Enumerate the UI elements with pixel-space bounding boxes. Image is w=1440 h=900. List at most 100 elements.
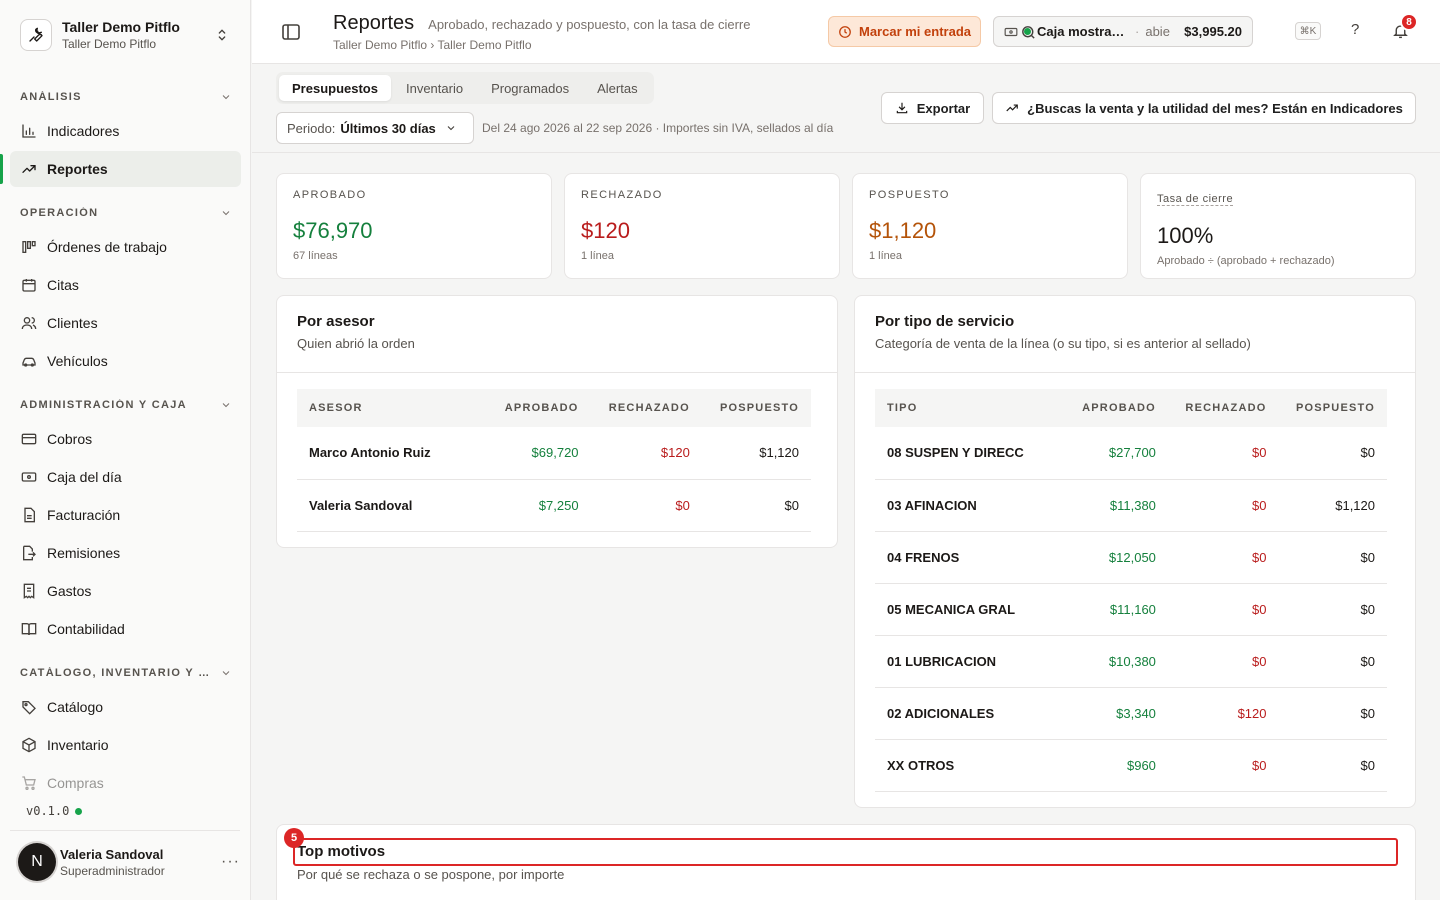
section-catalogo[interactable]: CATÁLOGO, INVENTARIO Y COMPRAS [20, 667, 232, 679]
sidebar-item-caja[interactable]: Caja del día [10, 459, 241, 495]
column-header[interactable]: APROBADO [1065, 389, 1168, 427]
sidebar-toggle-icon[interactable] [282, 24, 300, 40]
table-row[interactable]: 08 SUSPEN Y DIRECC $27,700 $0 $0 [875, 427, 1387, 480]
approved-cell: $960 [1065, 739, 1168, 792]
tab-presupuestos[interactable]: Presupuestos [279, 75, 391, 101]
sidebar-item-label: Vehículos [47, 353, 108, 369]
column-header[interactable]: TIPO [875, 389, 1065, 427]
section-administracion[interactable]: ADMINISTRACIÓN Y CAJA [20, 399, 232, 411]
section-label: ADMINISTRACIÓN Y CAJA [20, 399, 187, 411]
approved-cell: $11,160 [1065, 583, 1168, 636]
stat-label[interactable]: Tasa de cierre [1157, 193, 1234, 206]
file-export-icon [20, 545, 37, 562]
stat-sub: Aprobado ÷ (aprobado + rechazado) [1157, 255, 1335, 267]
service-table: TIPO APROBADO RECHAZADO POSPUESTO 08 SUS… [875, 389, 1387, 792]
sidebar-item-label: Órdenes de trabajo [47, 239, 167, 255]
book-open-icon [20, 621, 37, 638]
breadcrumb[interactable]: Taller Demo Pitflo › Taller Demo Pitflo [333, 38, 750, 52]
sidebar-item-remisiones[interactable]: Remisiones [10, 535, 241, 571]
stat-card-tasa-cierre: Tasa de cierre 100% Aprobado ÷ (aprobado… [1140, 173, 1416, 279]
sidebar-item-cobros[interactable]: Cobros [10, 421, 241, 457]
sidebar-item-clientes[interactable]: Clientes [10, 305, 241, 341]
sidebar-item-compras[interactable]: Compras [10, 765, 241, 801]
rejected-cell: $120 [1167, 687, 1279, 740]
clock-in-label: Marcar mi entrada [859, 24, 971, 39]
section-label: CATÁLOGO, INVENTARIO Y COMPRAS [20, 667, 210, 679]
indicators-link-button[interactable]: ¿Buscas la venta y la utilidad del mes? … [992, 92, 1416, 124]
user-menu[interactable]: N Valeria Sandoval Superadministrador ··… [18, 842, 240, 882]
sidebar-item-label: Reportes [47, 161, 108, 177]
advisor-name: Valeria Sandoval [297, 479, 487, 532]
status-dot [75, 807, 83, 815]
clock-icon [839, 25, 851, 38]
wrench-icon [20, 19, 52, 51]
search-icon[interactable] [1020, 24, 1037, 41]
section-label: ANÁLISIS [20, 91, 82, 103]
sidebar-item-vehiculos[interactable]: Vehículos [10, 343, 241, 379]
tab-alertas[interactable]: Alertas [584, 75, 650, 101]
chevron-down-icon [222, 211, 230, 216]
sidebar-item-label: Clientes [47, 315, 98, 331]
approved-cell: $7,250 [487, 479, 591, 532]
period-label: Periodo: [287, 120, 336, 136]
package-icon [20, 737, 37, 754]
section-operacion[interactable]: OPERACIÓN [20, 207, 232, 219]
panel-subtitle: Por qué se rechaza o se pospone, por imp… [297, 867, 565, 882]
service-type: XX OTROS [875, 739, 1065, 792]
help-button[interactable]: ? [1351, 21, 1359, 38]
table-row[interactable]: 05 MECANICA GRAL $11,160 $0 $0 [875, 583, 1387, 636]
period-select[interactable]: Periodo: Últimos 30 días [276, 112, 474, 144]
table-row[interactable]: 03 AFINACION $11,380 $0 $1,120 [875, 479, 1387, 532]
sidebar-item-citas[interactable]: Citas [10, 267, 241, 303]
sidebar-item-reportes[interactable]: Reportes [10, 151, 241, 187]
sidebar-item-label: Gastos [47, 583, 92, 599]
tab-programados[interactable]: Programados [478, 75, 582, 101]
rejected-cell: $0 [1167, 427, 1279, 480]
section-analisis[interactable]: ANÁLISIS [20, 91, 232, 103]
table-row[interactable]: Marco Antonio Ruiz $69,720 $120 $1,120 [297, 427, 811, 480]
org-switcher[interactable]: Taller Demo Pitflo Taller Demo Pitflo [10, 10, 240, 60]
chevron-down-icon [222, 95, 230, 100]
table-row[interactable]: Valeria Sandoval $7,250 $0 $0 [297, 479, 811, 532]
stat-value: $120 [581, 218, 630, 243]
sidebar-item-ordenes[interactable]: Órdenes de trabajo [10, 229, 241, 265]
column-header[interactable]: RECHAZADO [590, 389, 702, 427]
table-row[interactable]: 04 FRENOS $12,050 $0 $0 [875, 531, 1387, 584]
tab-inventario[interactable]: Inventario [393, 75, 476, 101]
sidebar-item-label: Catálogo [47, 699, 104, 715]
sidebar-item-label: Indicadores [47, 123, 120, 139]
column-header[interactable]: APROBADO [487, 389, 591, 427]
cash-status: abie [1145, 24, 1170, 39]
service-type: 02 ADICIONALES [875, 687, 1065, 740]
column-header[interactable]: ASESOR [297, 389, 487, 427]
sidebar-item-catalogo[interactable]: Catálogo [10, 689, 241, 725]
rejected-cell: $0 [1167, 479, 1279, 532]
more-icon[interactable]: ··· [221, 853, 240, 871]
approved-cell: $12,050 [1065, 531, 1168, 584]
service-type: 08 SUSPEN Y DIRECC [875, 427, 1065, 480]
stat-sub: 67 líneas [293, 250, 338, 262]
chevron-down-icon [222, 671, 230, 676]
kanban-icon [20, 239, 37, 256]
cash-name: Caja mostrador [1037, 24, 1129, 39]
table-row[interactable]: 01 LUBRICACION $10,380 $0 $0 [875, 635, 1387, 688]
column-header[interactable]: POSPUESTO [701, 389, 811, 427]
column-header[interactable]: RECHAZADO [1167, 389, 1279, 427]
org-name: Taller Demo Pitflo [62, 19, 180, 35]
sidebar-item-facturacion[interactable]: Facturación [10, 497, 241, 533]
sidebar-item-indicadores[interactable]: Indicadores [10, 113, 241, 149]
postponed-cell: $1,120 [1278, 479, 1387, 532]
clock-in-button[interactable]: Marcar mi entrada [828, 16, 981, 47]
export-button[interactable]: Exportar [881, 92, 984, 124]
column-header[interactable]: POSPUESTO [1278, 389, 1387, 427]
cash-icon [1004, 27, 1018, 36]
sidebar-item-contabilidad[interactable]: Contabilidad [10, 611, 241, 647]
table-row[interactable]: XX OTROS $960 $0 $0 [875, 739, 1387, 792]
sidebar-item-label: Cobros [47, 431, 93, 447]
table-row[interactable]: 02 ADICIONALES $3,340 $120 $0 [875, 687, 1387, 740]
sidebar-item-inventario[interactable]: Inventario [10, 727, 241, 763]
sidebar-item-gastos[interactable]: Gastos [10, 573, 241, 609]
stat-card-pospuesto: POSPUESTO $1,120 1 línea [852, 173, 1128, 279]
rejected-cell: $0 [1167, 635, 1279, 688]
stat-value: $76,970 [293, 218, 373, 243]
